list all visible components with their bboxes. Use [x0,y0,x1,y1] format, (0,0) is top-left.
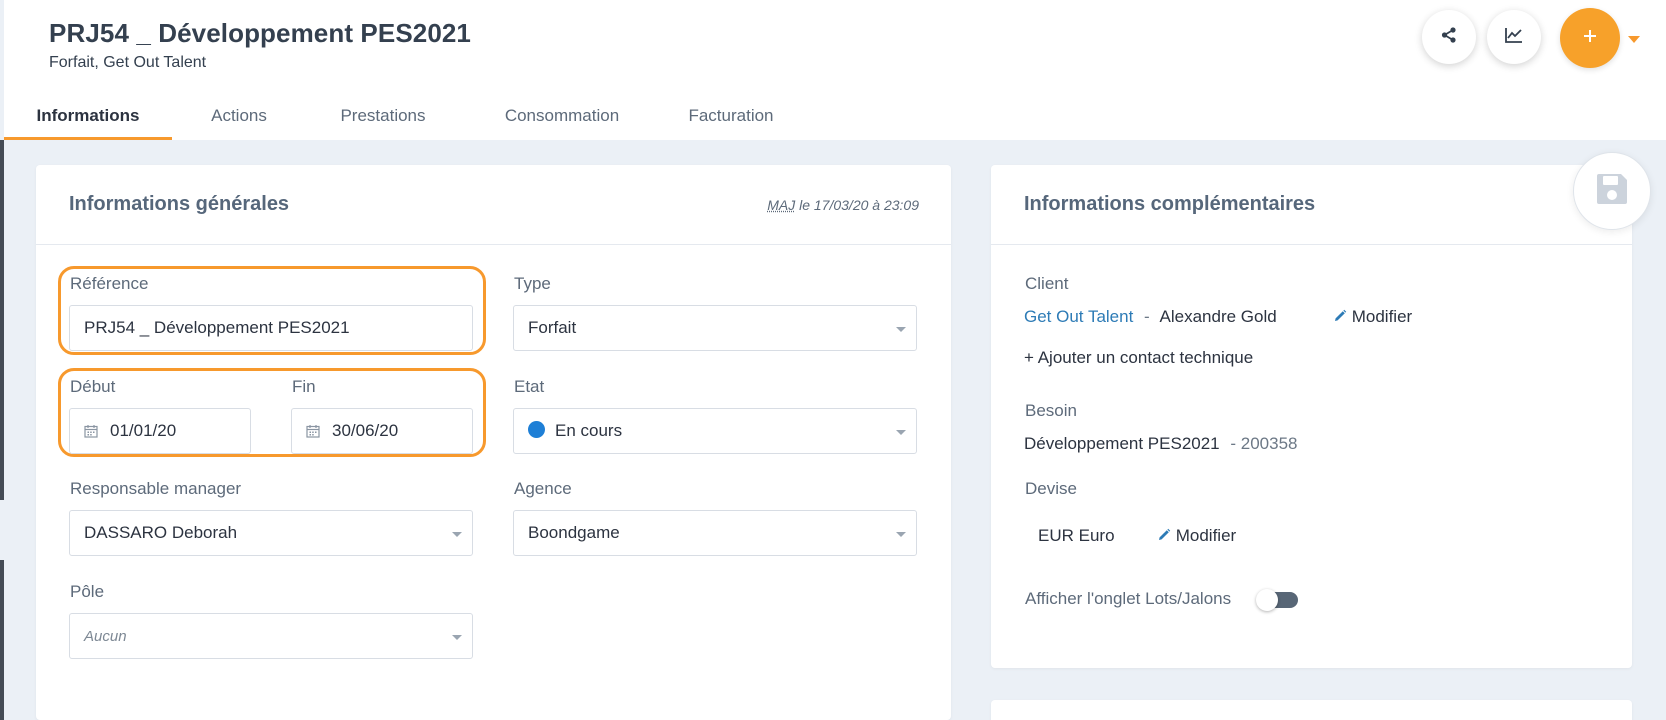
etat-select[interactable]: En cours [513,408,917,454]
modify-client-label: Modifier [1352,307,1412,326]
reference-input[interactable]: PRJ54 _ Développement PES2021 [69,305,473,351]
share-button[interactable] [1422,10,1476,64]
manager-value: DASSARO Deborah [84,523,237,542]
pole-select[interactable]: Aucun [69,613,473,659]
agence-value: Boondgame [528,523,620,542]
general-info-header: Informations générales MAJ le 17/03/20 à… [36,165,951,245]
add-dropdown-caret-icon[interactable] [1628,36,1640,43]
general-info-title: Informations générales [69,193,289,216]
reference-label: Référence [70,274,148,294]
client-company-link[interactable]: Get Out Talent [1024,307,1133,326]
manager-label: Responsable manager [70,479,241,499]
share-icon [1440,26,1458,49]
devise-label: Devise [1025,479,1077,499]
page-subtitle: Forfait, Get Out Talent [49,54,206,72]
maj-date: le 17/03/20 à 23:09 [795,197,919,213]
type-select[interactable]: Forfait [513,305,917,351]
plus-icon [1582,28,1598,49]
fin-label: Fin [292,377,316,397]
client-contact: Alexandre Gold [1160,307,1277,326]
complementary-info-title: Informations complémentaires [1024,193,1315,216]
besoin-value: Développement PES2021 [1024,434,1220,453]
chevron-down-icon [452,532,462,537]
left-edge-bar [0,140,4,720]
type-label: Type [514,274,551,294]
fin-date-input[interactable]: 30/06/20 [291,408,473,454]
pole-placeholder: Aucun [84,628,127,645]
maj-abbr: MAJ [767,197,795,213]
tab-actions[interactable]: Actions [199,96,279,140]
add-contact-link[interactable]: + Ajouter un contact technique [1024,348,1253,368]
lots-jalons-toggle[interactable] [1260,592,1298,608]
project-header: PRJ54 _ Développement PES2021 Forfait, G… [4,0,1666,140]
complementary-info-header: Informations complémentaires [991,165,1632,245]
chevron-down-icon [896,327,906,332]
debut-label: Début [70,377,115,397]
tab-prestations[interactable]: Prestations [330,96,436,140]
agence-label: Agence [514,479,572,499]
modify-client-button[interactable]: Modifier [1333,307,1412,327]
etat-value: En cours [555,421,622,440]
client-label: Client [1025,274,1068,294]
tab-informations[interactable]: Informations [4,96,172,140]
chevron-down-icon [452,635,462,640]
agence-select[interactable]: Boondgame [513,510,917,556]
client-line: Get Out Talent - Alexandre Gold [1024,307,1277,327]
chart-button[interactable] [1487,10,1541,64]
chevron-down-icon [896,430,906,435]
debut-value: 01/01/20 [110,421,176,440]
modify-devise-button[interactable]: Modifier [1157,526,1236,546]
left-edge-gap [0,500,4,560]
page-title: PRJ54 _ Développement PES2021 [49,18,471,49]
chevron-down-icon [896,532,906,537]
add-button[interactable] [1560,8,1620,68]
lots-jalons-label: Afficher l'onglet Lots/Jalons [1025,589,1231,609]
manager-select[interactable]: DASSARO Deborah [69,510,473,556]
client-separator: - [1144,307,1150,326]
devise-value: EUR Euro [1038,526,1115,546]
fin-value: 30/06/20 [332,421,398,440]
etat-label: Etat [514,377,544,397]
floppy-disk-icon [1595,172,1629,211]
pole-label: Pôle [70,582,104,602]
chart-line-icon [1505,27,1523,48]
tab-consommation[interactable]: Consommation [489,96,635,140]
besoin-label: Besoin [1025,401,1077,421]
status-dot-icon [528,421,545,438]
last-update-text: MAJ le 17/03/20 à 23:09 [767,197,919,213]
debut-date-input[interactable]: 01/01/20 [69,408,251,454]
besoin-line: Développement PES2021 - 200358 [1024,434,1298,454]
save-button[interactable] [1573,152,1651,230]
reference-value: PRJ54 _ Développement PES2021 [84,318,350,337]
calendar-icon [84,423,98,443]
modify-devise-label: Modifier [1176,526,1236,545]
besoin-ref: - 200358 [1230,434,1297,453]
calendar-icon [306,423,320,443]
next-card [991,700,1632,720]
type-value: Forfait [528,318,576,337]
pencil-icon [1333,307,1352,326]
pencil-icon [1157,526,1176,545]
toggle-knob [1256,589,1278,611]
tab-facturation[interactable]: Facturation [676,96,786,140]
